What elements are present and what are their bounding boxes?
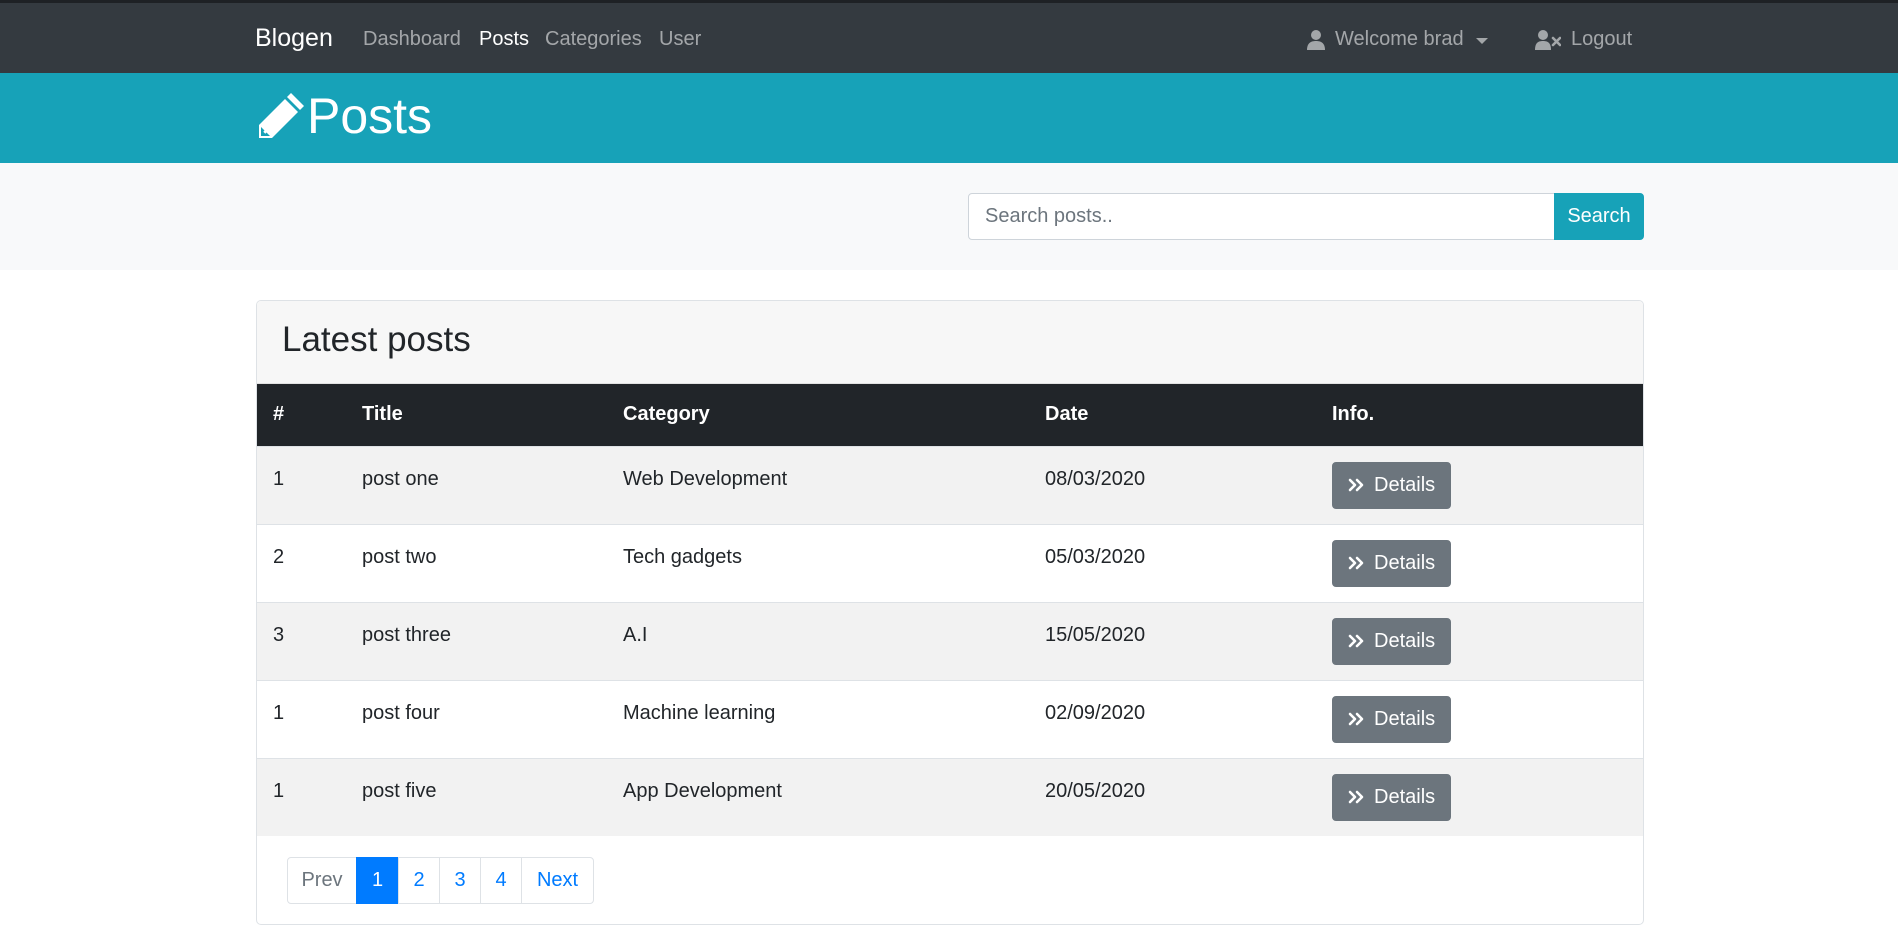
- pencil-icon: [259, 93, 304, 138]
- table-row: 1 post one Web Development 08/03/2020 De…: [257, 446, 1643, 524]
- nav-link-user[interactable]: User: [659, 28, 701, 51]
- angle-double-right-icon: [1348, 556, 1364, 570]
- details-button-label: Details: [1374, 551, 1436, 574]
- row-date: 02/09/2020: [1045, 701, 1146, 724]
- search-input[interactable]: [968, 193, 1555, 240]
- row-category: Machine learning: [623, 701, 776, 724]
- caret-down-icon: [1475, 37, 1488, 44]
- details-button-label: Details: [1374, 473, 1436, 496]
- details-button-label: Details: [1374, 707, 1436, 730]
- row-number: 1: [273, 467, 285, 490]
- details-button[interactable]: Details: [1332, 695, 1452, 743]
- row-number: 1: [273, 701, 285, 724]
- pagination-page-3[interactable]: 3: [439, 857, 481, 904]
- brand-logo[interactable]: Blogen: [255, 24, 333, 53]
- row-category: Web Development: [623, 467, 788, 490]
- latest-posts-card: Latest posts # Title Category Date Info.…: [256, 300, 1644, 925]
- angle-double-right-icon: [1348, 478, 1364, 492]
- nav-link-categories[interactable]: Categories: [545, 28, 642, 51]
- card-header: Latest posts: [257, 301, 1643, 384]
- row-title: post three: [362, 623, 451, 646]
- angle-double-right-icon: [1348, 712, 1364, 726]
- pagination-page-1[interactable]: 1: [356, 857, 399, 904]
- pagination-page-4[interactable]: 4: [480, 857, 522, 904]
- column-header-title: Title: [362, 403, 403, 426]
- row-number: 1: [273, 779, 285, 802]
- search-section: Search: [0, 163, 1898, 270]
- row-title: post one: [362, 467, 439, 490]
- angle-double-right-icon: [1348, 790, 1364, 804]
- details-button[interactable]: Details: [1332, 773, 1452, 821]
- details-button-label: Details: [1374, 629, 1436, 652]
- row-number: 2: [273, 545, 285, 568]
- row-date: 15/05/2020: [1045, 623, 1146, 646]
- row-title: post two: [362, 545, 437, 568]
- card-title: Latest posts: [282, 320, 471, 359]
- row-category: A.I: [623, 623, 648, 646]
- user-times-icon: [1535, 29, 1561, 50]
- page-title-group: Posts: [255, 87, 432, 145]
- details-button[interactable]: Details: [1332, 617, 1452, 665]
- top-navbar: Blogen Dashboard Posts Categories User W…: [0, 0, 1898, 73]
- user-icon: [1307, 29, 1325, 50]
- row-date: 05/03/2020: [1045, 545, 1146, 568]
- row-title: post four: [362, 701, 440, 724]
- pagination-page-2[interactable]: 2: [398, 857, 440, 904]
- nav-link-posts[interactable]: Posts: [479, 28, 529, 51]
- row-date: 20/05/2020: [1045, 779, 1146, 802]
- row-category: App Development: [623, 779, 782, 802]
- table-row: 3 post three A.I 15/05/2020 Details: [257, 602, 1643, 680]
- column-header-category: Category: [623, 403, 710, 426]
- nav-link-dashboard[interactable]: Dashboard: [363, 28, 461, 51]
- row-number: 3: [273, 623, 285, 646]
- column-header-date: Date: [1045, 403, 1089, 426]
- details-button-label: Details: [1374, 785, 1436, 808]
- welcome-label: Welcome brad: [1335, 28, 1464, 50]
- details-button[interactable]: Details: [1332, 539, 1452, 587]
- angle-double-right-icon: [1348, 634, 1364, 648]
- logout-label: Logout: [1571, 28, 1633, 50]
- pagination: Prev 1 2 3 4 Next: [287, 857, 594, 904]
- posts-table: # Title Category Date Info. 1 post one W…: [257, 384, 1643, 836]
- pagination-next[interactable]: Next: [521, 857, 594, 904]
- user-dropdown[interactable]: Welcome brad: [1307, 28, 1488, 51]
- page-header: Posts: [0, 73, 1898, 163]
- table-header-row: # Title Category Date Info.: [257, 384, 1643, 446]
- row-title: post five: [362, 779, 437, 802]
- row-category: Tech gadgets: [623, 545, 742, 568]
- column-header-number: #: [273, 403, 285, 426]
- table-row: 2 post two Tech gadgets 05/03/2020 Detai…: [257, 524, 1643, 602]
- row-date: 08/03/2020: [1045, 467, 1146, 490]
- search-button[interactable]: Search: [1554, 193, 1644, 240]
- details-button[interactable]: Details: [1332, 461, 1452, 509]
- column-header-info: Info.: [1332, 403, 1375, 426]
- pagination-prev[interactable]: Prev: [287, 857, 357, 904]
- table-row: 1 post five App Development 20/05/2020 D…: [257, 758, 1643, 836]
- logout-link[interactable]: Logout: [1535, 28, 1632, 51]
- table-row: 1 post four Machine learning 02/09/2020 …: [257, 680, 1643, 758]
- page-title: Posts: [307, 88, 433, 144]
